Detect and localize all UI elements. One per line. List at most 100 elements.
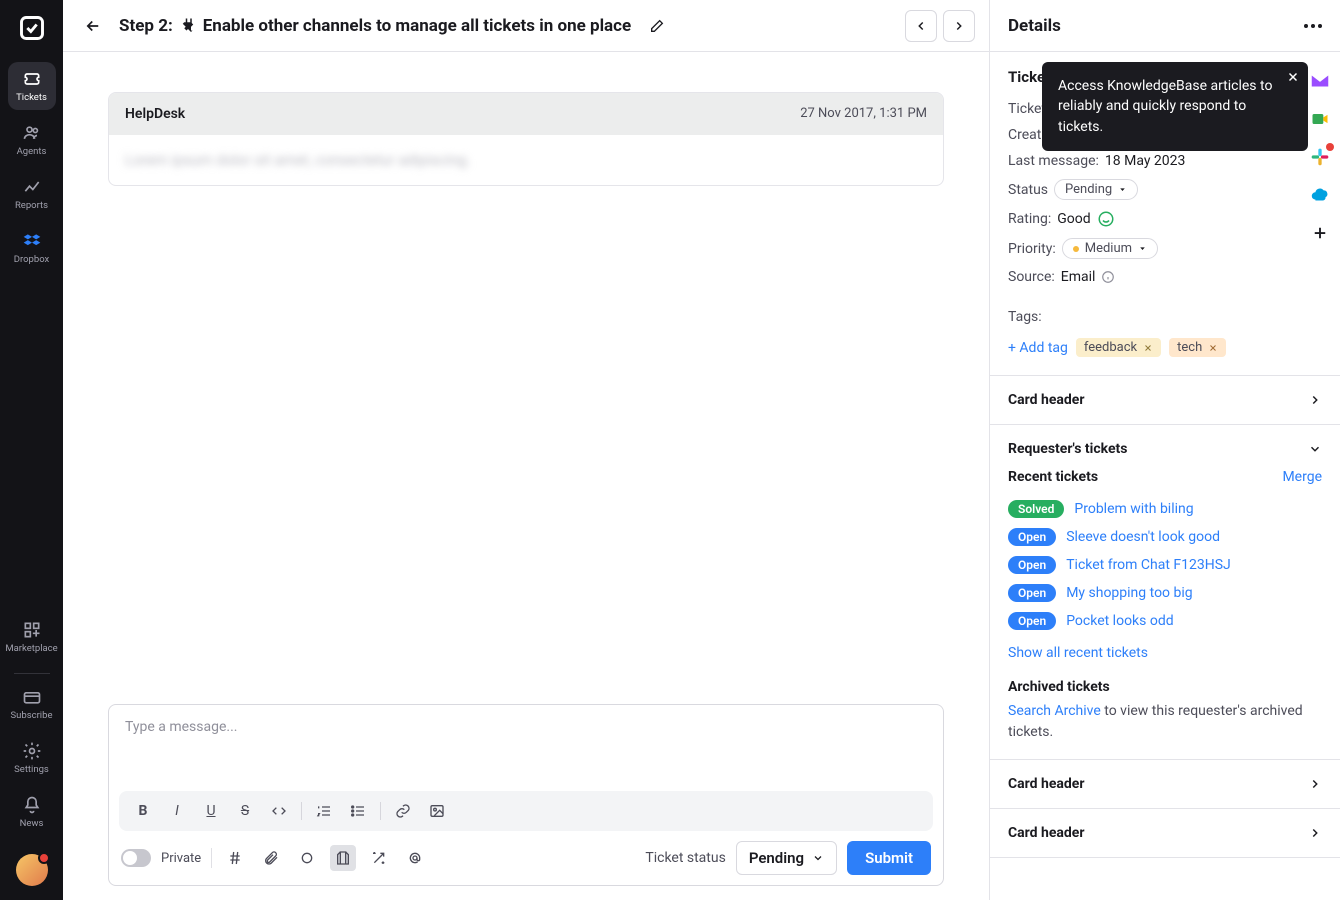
app-meet[interactable] [1309,108,1331,130]
nav-label: Subscribe [11,710,53,721]
paperclip-icon [263,850,279,866]
dropbox-icon [22,231,42,251]
arrow-left-icon [84,17,102,35]
code-button[interactable] [265,797,293,825]
strikethrough-button[interactable]: S [231,797,259,825]
last-message-row: Last message: 18 May 2023 [990,148,1340,174]
plus-icon [1311,224,1329,242]
nav-subscribe[interactable]: Subscribe [8,680,56,728]
page-title: Step 2: Enable other channels to manage … [119,16,631,36]
nav-settings[interactable]: Settings [8,734,56,782]
user-avatar[interactable] [16,854,48,886]
nav-label: Dropbox [14,254,49,265]
remove-tag-button[interactable] [1208,343,1218,353]
submit-button[interactable]: Submit [847,841,931,875]
close-tooltip-button[interactable] [1286,70,1300,84]
chevron-right-icon [1308,777,1322,791]
knowledge-button[interactable] [330,845,356,871]
link-button[interactable] [389,797,417,825]
prev-ticket-button[interactable] [905,10,937,42]
message-input[interactable]: Type a message... [109,705,943,791]
show-all-link[interactable]: Show all recent tickets [1008,645,1148,661]
nav-tickets[interactable]: Tickets [8,62,56,110]
ticket-link[interactable]: Problem with biling [1074,501,1193,517]
rating-row: Rating: Good [990,205,1340,233]
canned-response-button[interactable] [222,845,248,871]
app-slack[interactable] [1309,146,1331,168]
message-body: Lorem ipsum dolor sit amet, consectetur … [109,135,943,185]
edit-title-button[interactable] [641,10,673,42]
circle-icon [299,850,315,866]
ticket-link[interactable]: Ticket from Chat F123HSJ [1066,557,1231,573]
image-icon [429,803,445,819]
nav-marketplace[interactable]: Marketplace [8,613,56,661]
chevron-down-icon [812,852,824,864]
ticket-link[interactable]: Sleeve doesn't look good [1066,529,1220,545]
ticket-row: Open My shopping too big [1008,579,1322,607]
requesters-header[interactable]: Requester's tickets [1008,441,1322,457]
app-salesforce[interactable] [1309,184,1331,206]
record-button[interactable] [294,845,320,871]
priority-pill[interactable]: Medium [1062,238,1158,259]
nav-label: Reports [15,200,48,211]
marketplace-icon [22,620,42,640]
ticket-status-select[interactable]: Pending [736,841,837,875]
nav-news[interactable]: News [8,788,56,836]
private-label: Private [161,851,201,866]
archive-text: Search Archive to view this requester's … [1008,701,1322,743]
app-mail[interactable] [1309,70,1331,92]
back-button[interactable] [77,10,109,42]
status-badge: Solved [1008,500,1064,518]
underline-button[interactable]: U [197,797,225,825]
card-header-section[interactable]: Card header [990,759,1340,808]
italic-button[interactable]: I [163,797,191,825]
at-icon [407,850,423,866]
card-header-section[interactable]: Card header [990,808,1340,858]
main-header: Step 2: Enable other channels to manage … [63,0,989,52]
knowledgebase-tooltip: Access KnowledgeBase articles to reliabl… [1042,62,1308,151]
ai-button[interactable] [366,845,392,871]
knowledgebase-icon [335,850,351,866]
nav-label: Tickets [16,92,47,103]
search-archive-link[interactable]: Search Archive [1008,703,1101,719]
attachment-button[interactable] [258,845,284,871]
app-logo [18,14,46,42]
remove-tag-button[interactable] [1143,343,1153,353]
subscribe-icon [22,687,42,707]
ticket-link[interactable]: My shopping too big [1066,585,1192,601]
ticket-link[interactable]: Pocket looks odd [1066,613,1173,629]
add-app-button[interactable] [1309,222,1331,244]
unordered-list-button[interactable] [344,797,372,825]
image-button[interactable] [423,797,451,825]
wand-icon [371,850,387,866]
next-ticket-button[interactable] [943,10,975,42]
archived-title: Archived tickets [1008,679,1322,695]
recent-tickets-title: Recent tickets [1008,469,1098,485]
merge-button[interactable]: Merge [1282,469,1322,485]
mention-button[interactable] [402,845,428,871]
info-icon [1101,270,1115,284]
bold-button[interactable]: B [129,797,157,825]
status-pill[interactable]: Pending [1054,179,1138,200]
nav-label: News [20,818,44,829]
tag-chip: tech [1169,338,1226,357]
close-icon [1286,70,1300,84]
message-card: HelpDesk 27 Nov 2017, 1:31 PM Lorem ipsu… [108,92,944,186]
add-tag-button[interactable]: + Add tag [1008,340,1068,356]
nav-agents[interactable]: Agents [8,116,56,164]
status-badge: Open [1008,528,1056,546]
chevron-right-icon [952,19,966,33]
private-toggle[interactable] [121,849,151,867]
hash-icon [227,850,243,866]
ticket-row: Solved Problem with biling [1008,495,1322,523]
nav-dropbox[interactable]: Dropbox [8,224,56,272]
chevron-right-icon [1308,393,1322,407]
plug-icon [179,17,197,35]
chevron-down-icon [1308,442,1322,456]
chevron-right-icon [1308,826,1322,840]
format-toolbar: B I U S [119,791,933,831]
ticket-row: Open Pocket looks odd [1008,607,1322,635]
nav-reports[interactable]: Reports [8,170,56,218]
ordered-list-button[interactable] [310,797,338,825]
card-header-section[interactable]: Card header [990,375,1340,424]
